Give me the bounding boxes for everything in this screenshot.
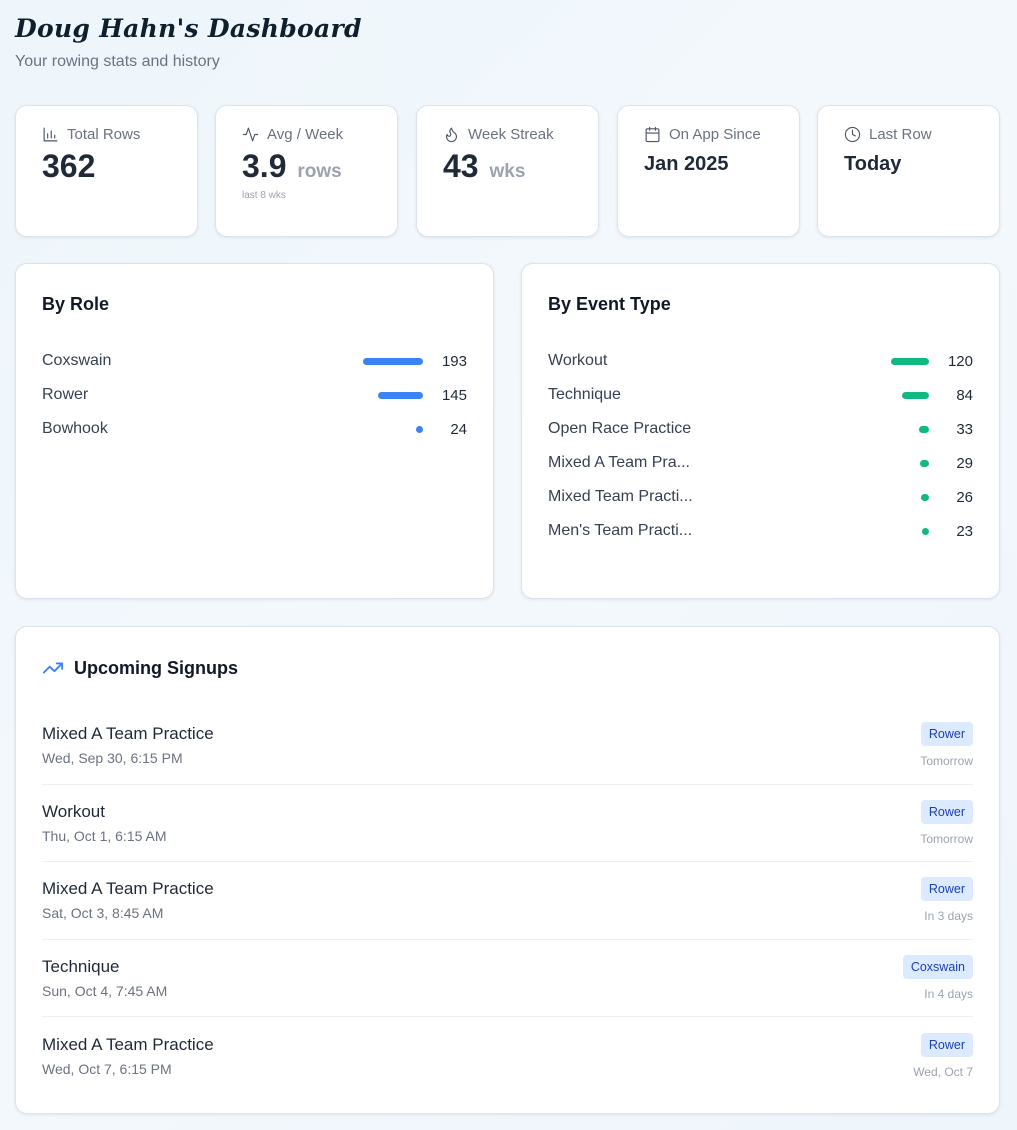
breakdown-count: 23 xyxy=(956,522,973,540)
stat-value: 3.9 rows xyxy=(242,148,342,184)
signup-event-name: Workout xyxy=(42,801,105,821)
signup-event-name: Technique xyxy=(42,956,120,976)
breakdown-label: Open Race Practice xyxy=(548,420,692,437)
panel-title: By Event Type xyxy=(548,294,671,314)
signup-event-name: Mixed A Team Practice xyxy=(42,1034,214,1054)
by-event-type-list: Workout 120 Technique 84 Open Race Practice 3… xyxy=(548,341,973,551)
stat-unit: wks xyxy=(489,161,526,182)
clock-icon xyxy=(844,126,861,143)
breakdown-label: Technique xyxy=(548,386,621,403)
role-badge: Rower xyxy=(920,722,973,747)
upcoming-signups-panel: Upcoming Signups Mixed A Team Practice We… xyxy=(15,626,1000,1114)
signup-datetime: Sat, Oct 3, 8:45 AM xyxy=(42,905,164,922)
breakdown-label: Mixed A Team Pra... xyxy=(548,454,690,471)
breakdown-label: Bowhook xyxy=(42,420,108,437)
breakdown-bar xyxy=(919,425,929,433)
stat-value: Today xyxy=(844,153,902,175)
breakdown-count: 84 xyxy=(956,386,973,404)
page-header: Doug Hahn's Dashboard Your rowing stats … xyxy=(15,14,362,71)
relative-date: Wed, Oct 7 xyxy=(913,1064,973,1079)
calendar-icon xyxy=(645,126,660,143)
role-badge: Rower xyxy=(920,1032,973,1057)
bar-chart-icon xyxy=(43,127,58,142)
breakdown-bar xyxy=(921,493,929,501)
signup-row[interactable]: Mixed A Team Practice Wed, Sep 30, 6:15 P… xyxy=(42,707,973,785)
breakdown-label: Rower xyxy=(42,386,89,403)
breakdown-count: 193 xyxy=(441,352,467,370)
stat-value: Jan 2025 xyxy=(644,153,729,175)
breakdown-label: Coxswain xyxy=(42,352,112,369)
role-badge: Rower xyxy=(920,799,973,824)
signup-row[interactable]: Technique Sun, Oct 4, 7:45 AM Coxswain In 4… xyxy=(42,940,973,1017)
stat-value: 362 xyxy=(42,148,96,184)
stat-label: On App Since xyxy=(669,126,761,143)
breakdown-bar xyxy=(891,357,929,365)
breakdown-count: 120 xyxy=(947,352,973,370)
by-event-type-panel: By Event Type Workout 120 Technique 84 Open … xyxy=(521,263,1000,599)
relative-date: Tomorrow xyxy=(920,831,973,846)
signup-row[interactable]: Mixed A Team Practice Wed, Oct 7, 6:15 PM… xyxy=(42,1017,973,1095)
role-badge: Rower xyxy=(920,877,973,902)
breakdown-row: Men's Team Practi... 23 xyxy=(548,511,973,551)
activity-icon xyxy=(242,127,259,142)
signup-datetime: Wed, Oct 7, 6:15 PM xyxy=(42,1060,172,1077)
trending-up-icon xyxy=(42,662,64,674)
relative-date: In 4 days xyxy=(924,986,973,1001)
panel-title: By Role xyxy=(42,294,110,314)
breakdown-bar xyxy=(922,527,929,535)
page-title: Doug Hahn's Dashboard xyxy=(15,14,362,43)
breakdown-label: Mixed Team Practi... xyxy=(548,488,693,505)
breakdown-bar xyxy=(416,425,423,433)
breakdown-count: 26 xyxy=(956,488,973,506)
relative-date: Tomorrow xyxy=(920,754,973,769)
stat-note: last 8 wks xyxy=(242,190,286,202)
signup-datetime: Sun, Oct 4, 7:45 AM xyxy=(42,982,168,999)
breakdown-count: 33 xyxy=(956,420,973,438)
stat-card-total-rows: Total Rows 362 xyxy=(15,105,198,237)
stat-card-last-row: Last Row Today xyxy=(817,105,1000,237)
breakdown-label: Men's Team Practi... xyxy=(548,522,693,539)
panel-title: Upcoming Signups xyxy=(74,657,238,678)
breakdown-bar xyxy=(378,391,423,399)
stat-label: Week Streak xyxy=(468,126,554,143)
signup-event-name: Mixed A Team Practice xyxy=(42,724,214,744)
stat-label: Total Rows xyxy=(67,126,141,143)
signup-event-name: Mixed A Team Practice xyxy=(42,879,214,899)
signup-datetime: Thu, Oct 1, 6:15 AM xyxy=(42,827,167,844)
stat-card-week-streak: Week Streak 43 wks xyxy=(416,105,599,237)
breakdown-count: 24 xyxy=(450,420,467,438)
stat-label: Last Row xyxy=(869,126,932,143)
breakdown-row: Bowhook 24 xyxy=(42,409,467,449)
by-role-list: Coxswain 193 Rower 145 Bowhook 24 xyxy=(42,341,467,449)
signup-row[interactable]: Mixed A Team Practice Sat, Oct 3, 8:45 AM… xyxy=(42,862,973,940)
stat-card-on-app-since: On App Since Jan 2025 xyxy=(617,105,800,237)
relative-date: In 3 days xyxy=(924,909,973,924)
signup-datetime: Wed, Sep 30, 6:15 PM xyxy=(42,750,183,767)
stat-unit: rows xyxy=(297,161,342,182)
breakdown-bar xyxy=(902,391,929,399)
breakdown-label: Workout xyxy=(548,352,608,369)
breakdown-bar xyxy=(363,357,423,365)
stat-value: 43 wks xyxy=(443,148,526,184)
signup-list: Mixed A Team Practice Wed, Sep 30, 6:15 P… xyxy=(42,707,973,1095)
breakdown-count: 145 xyxy=(441,386,467,404)
stat-label: Avg / Week xyxy=(267,126,344,143)
breakdown-bar xyxy=(920,459,929,467)
page-subtitle: Your rowing stats and history xyxy=(15,53,220,70)
stat-card-avg-week: Avg / Week 3.9 rows last 8 wks xyxy=(215,105,398,237)
breakdown-count: 29 xyxy=(956,454,973,472)
flame-icon xyxy=(445,127,458,143)
signup-row[interactable]: Workout Thu, Oct 1, 6:15 AM Rower Tomorrow xyxy=(42,785,973,862)
by-role-panel: By Role Coxswain 193 Rower 145 Bowhook 24 xyxy=(15,263,494,599)
role-badge: Coxswain xyxy=(902,954,973,979)
